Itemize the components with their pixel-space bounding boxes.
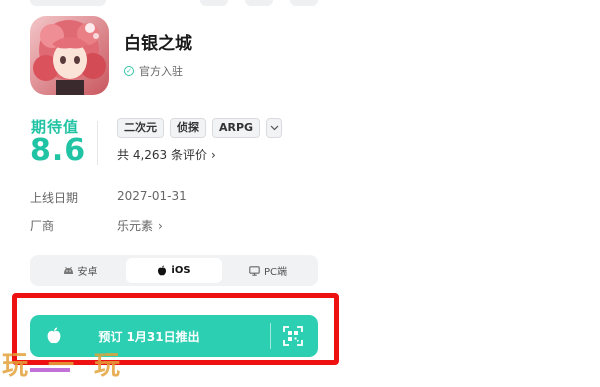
tab-android[interactable]: 安卓 xyxy=(34,258,126,283)
monitor-icon xyxy=(249,265,260,276)
official-label: 官方入驻 xyxy=(139,65,183,78)
top-tab-stub xyxy=(245,0,273,6)
reviews-link[interactable]: 共 4,263 条评价 › xyxy=(117,146,216,163)
verified-icon: ✓ xyxy=(124,66,134,76)
reviews-text: 共 4,263 条评价 xyxy=(117,148,207,162)
official-badge: ✓ 官方入驻 xyxy=(124,63,183,79)
watermark-logo: 玩一玩 xyxy=(2,351,141,381)
vendor-name: 乐元素 xyxy=(117,219,154,233)
tab-pc-label: PC端 xyxy=(263,267,287,278)
watermark-stroke xyxy=(30,368,70,372)
tag-item[interactable]: 二次元 xyxy=(117,118,164,138)
app-title: 白银之城 xyxy=(124,34,192,54)
apple-icon xyxy=(158,265,167,276)
vendor-link[interactable]: 乐元素 › xyxy=(117,217,163,234)
tag-item[interactable]: ARPG xyxy=(212,118,261,138)
release-date-label: 上线日期 xyxy=(30,191,79,205)
tags-expand-button[interactable] xyxy=(266,118,283,138)
tag-list: 二次元 侦探 ARPG xyxy=(117,118,283,138)
top-tab-stub xyxy=(290,0,318,6)
chevron-down-icon xyxy=(270,125,279,131)
tag-item[interactable]: 侦探 xyxy=(170,118,206,138)
app-icon[interactable] xyxy=(30,16,109,95)
qr-scan-button[interactable] xyxy=(282,325,304,347)
platform-tabs: 安卓 iOS PC端 xyxy=(30,255,318,286)
tab-android-label: 安卓 xyxy=(77,267,98,278)
android-icon xyxy=(63,266,73,274)
chevron-right-icon: › xyxy=(210,148,216,162)
top-tab-stub xyxy=(30,0,106,6)
top-tab-stub xyxy=(200,0,228,6)
chevron-right-icon: › xyxy=(158,219,163,233)
tab-pc[interactable]: PC端 xyxy=(222,258,314,283)
tab-ios-label: iOS xyxy=(171,265,191,276)
rating-value: 8.6 xyxy=(30,133,87,168)
release-date-value: 2027-01-31 xyxy=(117,189,187,203)
reserve-divider xyxy=(270,323,271,349)
qr-code-icon xyxy=(283,326,303,346)
tab-ios[interactable]: iOS xyxy=(126,258,222,283)
rating-divider xyxy=(97,121,98,165)
vendor-label: 厂商 xyxy=(30,219,55,233)
